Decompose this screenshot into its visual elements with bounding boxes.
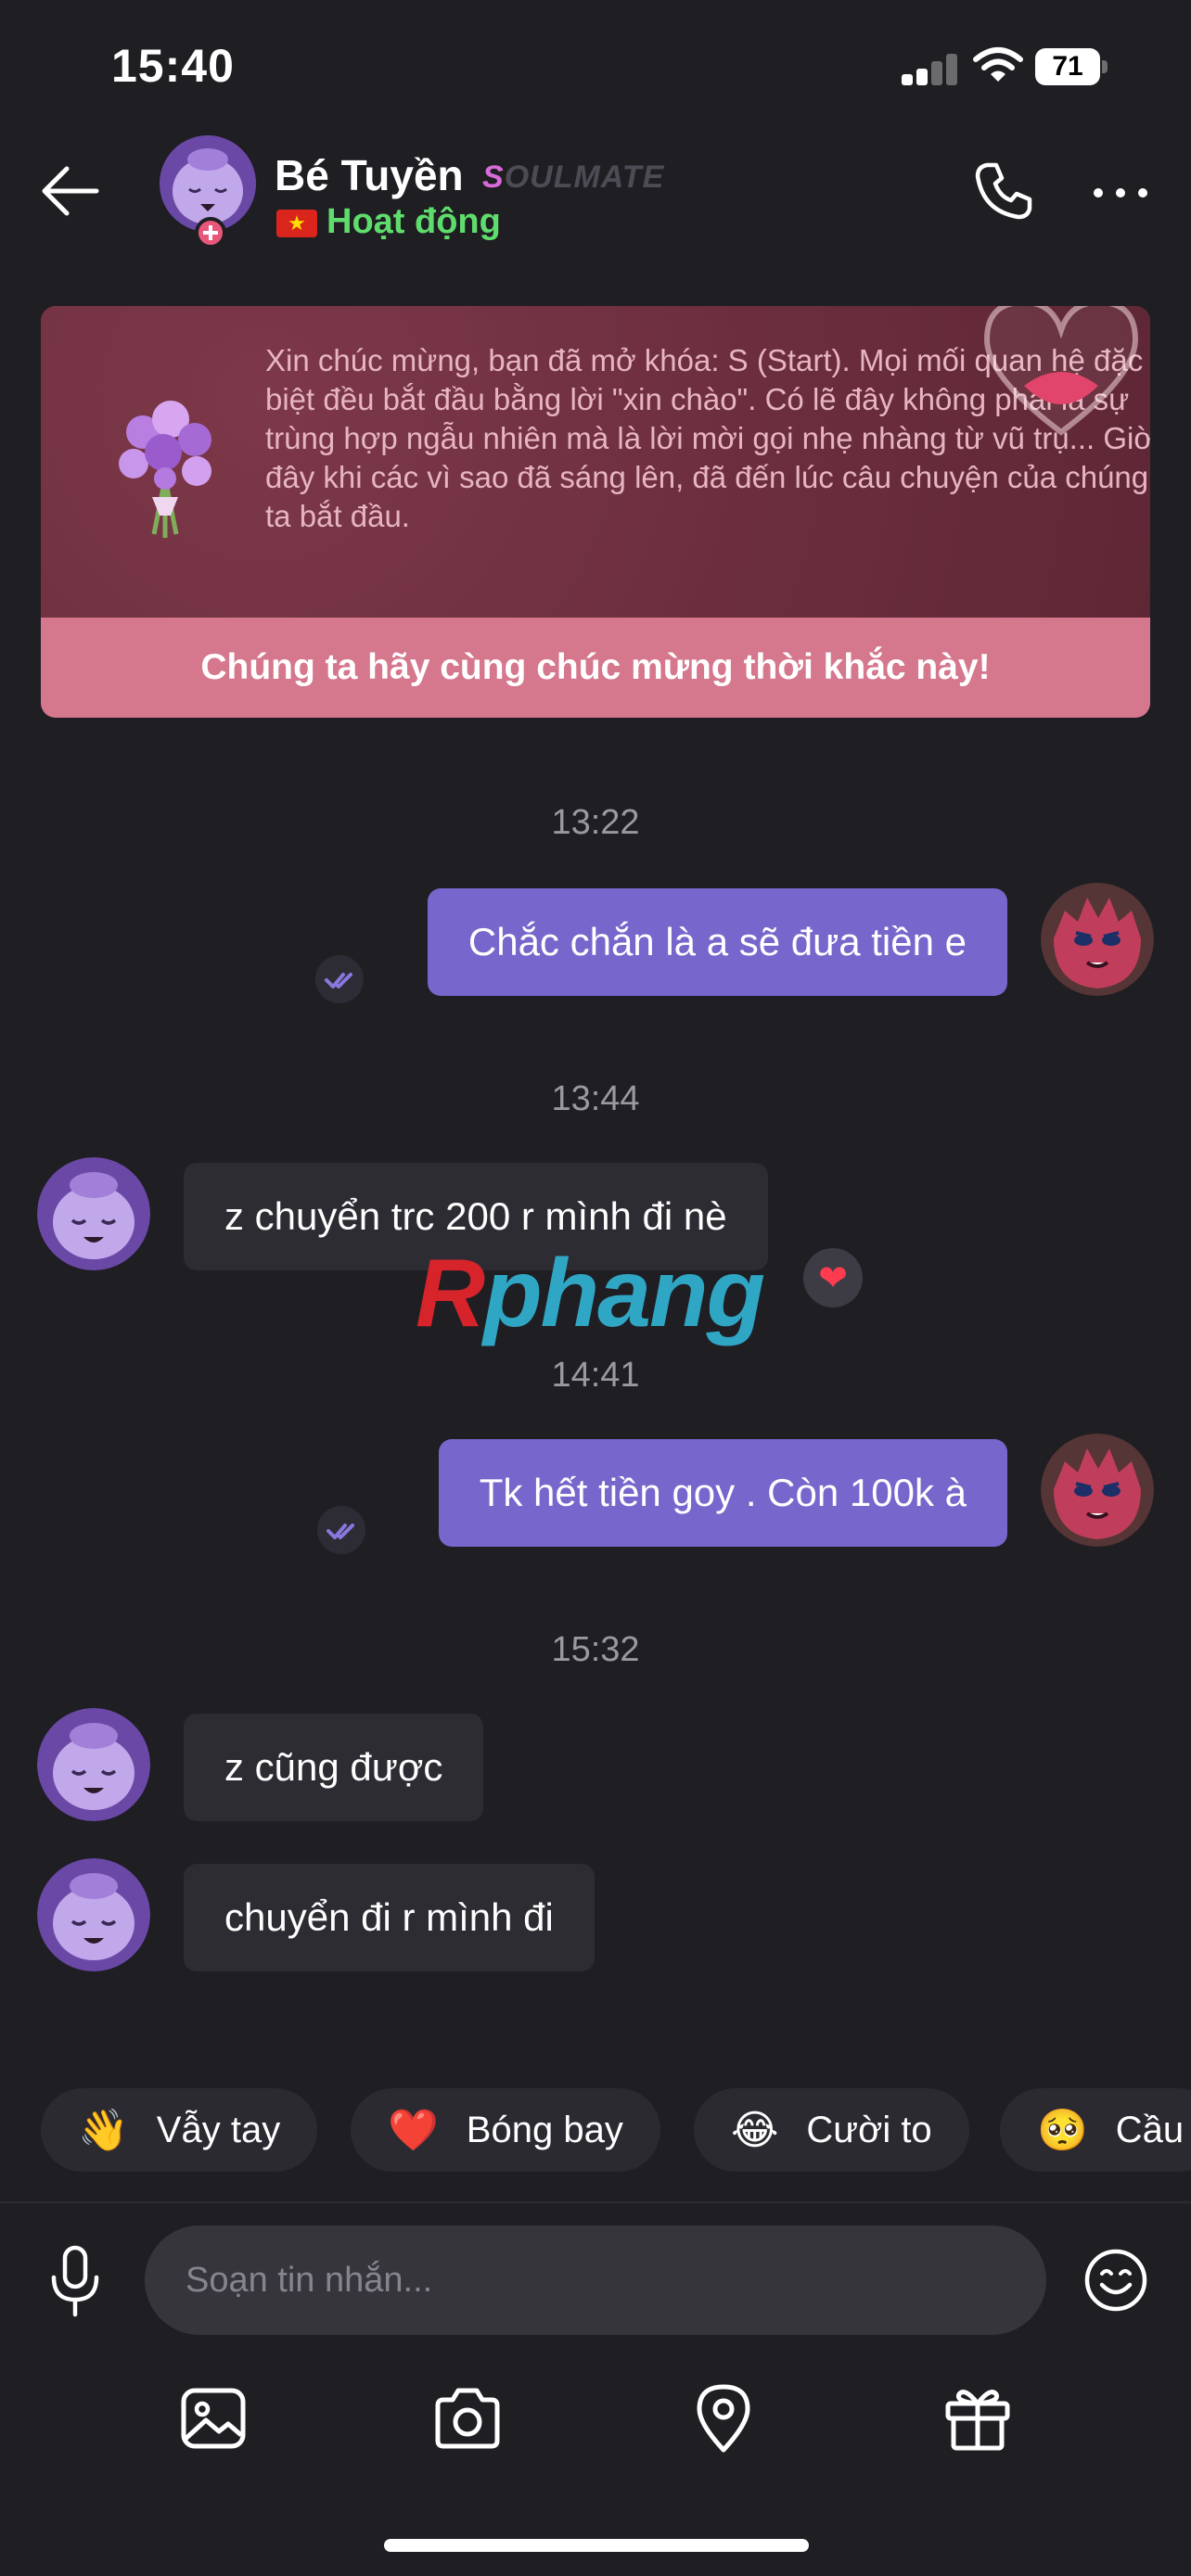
read-check-icon: [315, 955, 364, 1003]
quick-reply-label: Vẫy tay: [156, 2109, 281, 2150]
read-check-icon: [317, 1506, 365, 1554]
back-arrow-icon[interactable]: [37, 163, 102, 219]
pleading-face-icon: 🥺: [1037, 2108, 1088, 2153]
timestamp: 14:41: [551, 1356, 640, 1395]
more-icon[interactable]: [1091, 184, 1150, 202]
camera-icon[interactable]: [432, 2383, 503, 2454]
watermark-logo: Rphang: [416, 1240, 765, 1347]
wifi-icon: [973, 47, 1023, 82]
cellular-signal-icon: [902, 54, 961, 85]
quick-reply-balloon[interactable]: ❤️ Bóng bay: [351, 2088, 660, 2172]
message-bubble-sent[interactable]: Chắc chắn là a sẽ đưa tiền e: [427, 888, 1007, 996]
battery-level: 71: [1035, 48, 1100, 85]
vietnam-flag-icon: ★: [276, 210, 317, 237]
contact-avatar-small[interactable]: [37, 1708, 150, 1821]
home-indicator[interactable]: [384, 2539, 809, 2552]
image-icon[interactable]: [178, 2383, 249, 2454]
timestamp: 13:44: [551, 1079, 640, 1118]
add-badge-icon: [195, 217, 226, 249]
soulmate-tag: SOULMATE: [482, 159, 665, 195]
laughing-face-icon: 😂: [731, 2107, 779, 2153]
quick-reply-label: Cầu: [1115, 2109, 1185, 2150]
heart-reaction-icon[interactable]: ❤: [803, 1248, 863, 1307]
celebrate-button[interactable]: Chúng ta hãy cùng chúc mừng thời khắc nà…: [41, 618, 1150, 718]
timestamp: 15:32: [551, 1630, 640, 1669]
message-bubble-received[interactable]: z cũng được: [184, 1714, 484, 1821]
heart-icon: ❤️: [388, 2108, 439, 2153]
bouquet-icon: [119, 401, 211, 538]
quick-reply-label: Bóng bay: [466, 2109, 623, 2150]
status-time: 15:40: [111, 40, 235, 92]
gift-icon[interactable]: [942, 2383, 1013, 2454]
microphone-icon[interactable]: [45, 2244, 106, 2318]
my-avatar[interactable]: [1041, 1434, 1154, 1547]
my-avatar[interactable]: [1041, 883, 1154, 996]
quick-reply-laugh[interactable]: 😂 Cười to: [694, 2088, 969, 2172]
heart-icon: [983, 306, 1139, 436]
online-status: Hoạt động: [327, 202, 501, 241]
contact-avatar-small[interactable]: [37, 1858, 150, 1971]
contact-name[interactable]: Bé Tuyền: [275, 150, 464, 200]
waving-hand-icon: 👋: [78, 2108, 129, 2153]
message-bubble-received[interactable]: chuyển đi r mình đi: [184, 1864, 595, 1971]
message-input[interactable]: [145, 2225, 1046, 2335]
message-bubble-sent[interactable]: Tk hết tiền goy . Còn 100k à: [438, 1439, 1007, 1547]
location-icon[interactable]: [688, 2383, 759, 2454]
battery-icon: 71: [1035, 48, 1108, 85]
contact-avatar-small[interactable]: [37, 1157, 150, 1270]
timestamp: 13:22: [551, 803, 640, 842]
unlock-banner: Xin chúc mừng, bạn đã mở khóa: S (Start)…: [41, 306, 1150, 718]
divider: [0, 2201, 1191, 2203]
quick-reply-wave[interactable]: 👋 Vẫy tay: [41, 2088, 318, 2172]
quick-reply-plead[interactable]: 🥺 Cầu: [1000, 2088, 1191, 2172]
quick-reply-label: Cười to: [806, 2109, 932, 2150]
phone-icon[interactable]: [974, 159, 1033, 221]
emoji-icon[interactable]: [1083, 2248, 1148, 2313]
